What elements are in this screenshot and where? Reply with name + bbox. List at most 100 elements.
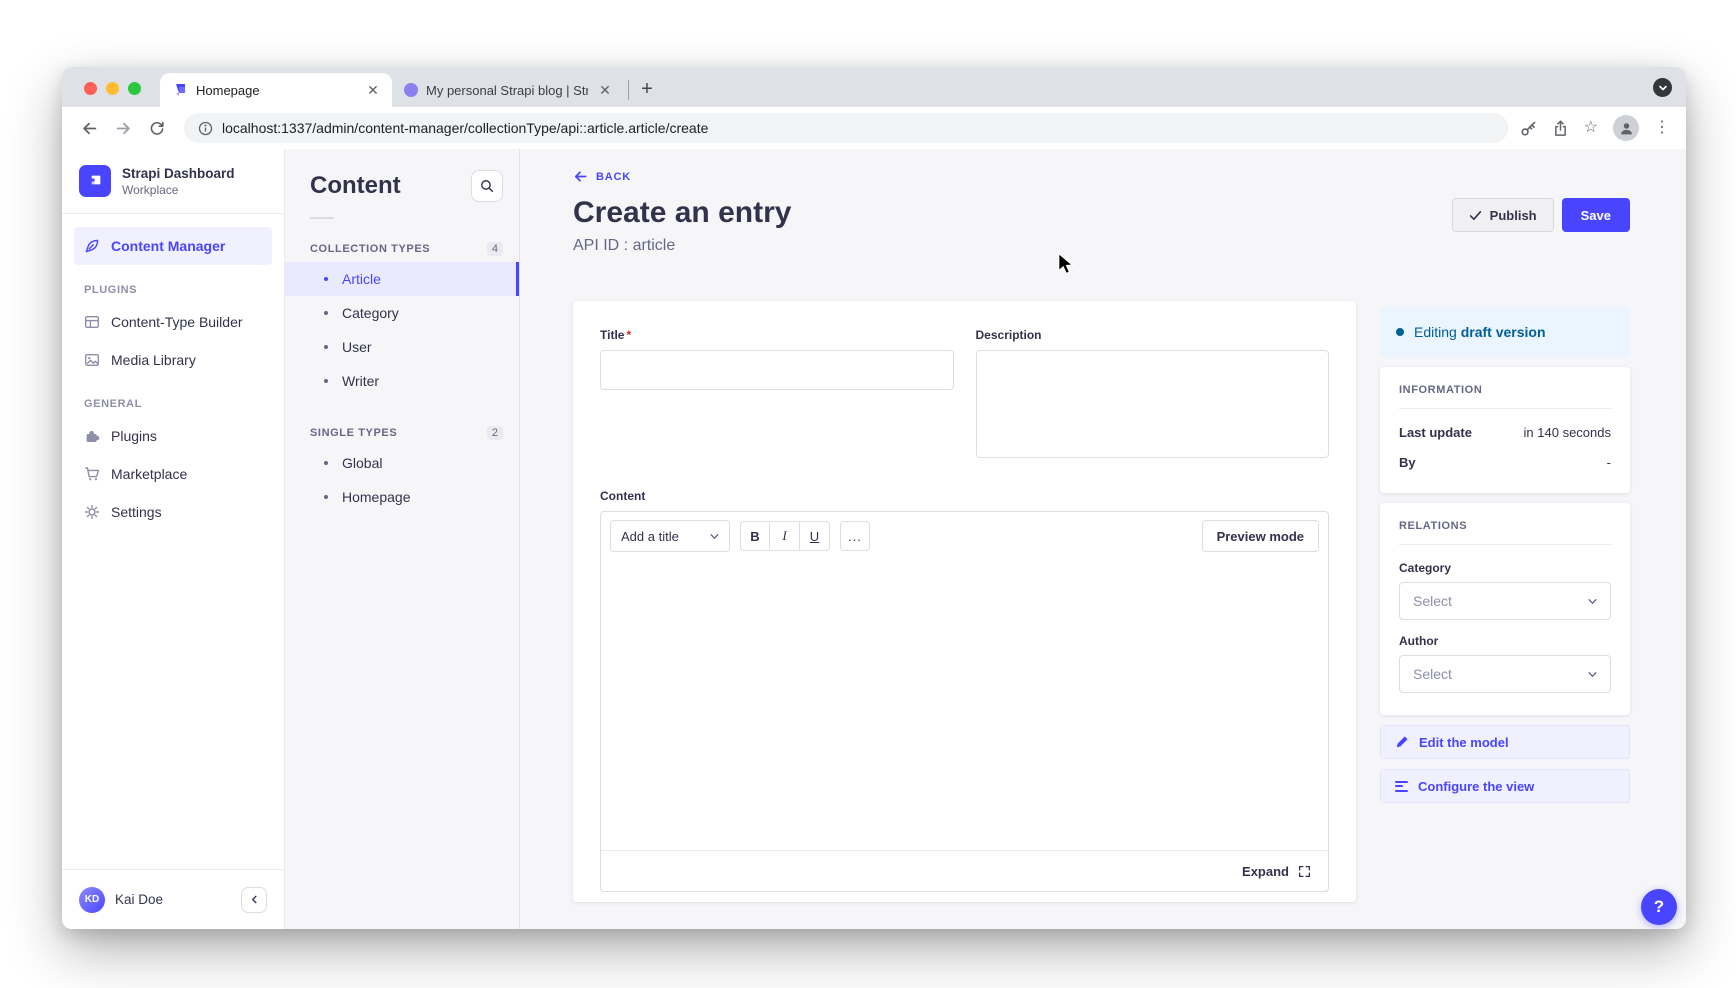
bullet-icon: [324, 345, 328, 349]
bullet-icon: [324, 311, 328, 315]
search-icon: [480, 179, 494, 193]
editor-toolbar: Add a title B I U ... Preview mode: [601, 512, 1328, 560]
close-tab-icon[interactable]: ✕: [596, 81, 614, 99]
back-nav-icon[interactable]: [74, 113, 104, 143]
heading-select-value: Add a title: [621, 529, 679, 544]
sidebar-item-writer[interactable]: Writer: [285, 364, 519, 398]
type-label: Homepage: [342, 489, 411, 505]
chevron-down-icon: [710, 533, 719, 540]
minimize-window-button[interactable]: [106, 82, 119, 95]
forward-nav-icon[interactable]: [108, 113, 138, 143]
author-select-value: Select: [1413, 666, 1452, 682]
content-sidebar: Content COLLECTION TYPES 4 Article Categ…: [285, 149, 520, 929]
workspace-title: Strapi Dashboard: [122, 166, 235, 181]
sidebar-item-content-type-builder[interactable]: Content-Type Builder: [74, 303, 272, 341]
new-tab-button[interactable]: +: [633, 75, 661, 103]
category-select[interactable]: Select: [1399, 582, 1611, 620]
page-title: Create an entry: [573, 196, 791, 229]
help-button[interactable]: ?: [1641, 889, 1677, 925]
author-select[interactable]: Select: [1399, 655, 1611, 693]
bookmark-star-icon[interactable]: ☆: [1584, 120, 1598, 136]
share-icon[interactable]: [1552, 120, 1569, 137]
relations-card: RELATIONS Category Select Author Select: [1380, 503, 1630, 715]
search-button[interactable]: [471, 170, 503, 202]
tab-search-button[interactable]: [1653, 78, 1672, 97]
toolbar-actions: ☆ ⋮: [1520, 115, 1674, 141]
sidebar-item-label: Settings: [111, 504, 162, 520]
single-types-count-badge: 2: [487, 426, 503, 440]
draft-dot-icon: [1396, 328, 1404, 336]
bullet-icon: [324, 495, 328, 499]
underline-button[interactable]: U: [800, 521, 830, 551]
workspace-brand[interactable]: Strapi Dashboard Workplace: [62, 149, 284, 214]
user-avatar[interactable]: KD: [79, 887, 105, 913]
collection-types-count-badge: 4: [487, 242, 503, 256]
browser-profile-avatar[interactable]: [1613, 115, 1639, 141]
relations-label: RELATIONS: [1399, 520, 1611, 532]
edit-model-label: Edit the model: [1419, 735, 1509, 750]
back-label: BACK: [596, 171, 631, 183]
sidebar-item-article[interactable]: Article: [285, 262, 519, 296]
sidebar-item-media-library[interactable]: Media Library: [74, 341, 272, 379]
bullet-icon: [324, 461, 328, 465]
sidebar-item-homepage[interactable]: Homepage: [285, 480, 519, 514]
user-name: Kai Doe: [115, 892, 163, 907]
url-text: localhost:1337/admin/content-manager/col…: [222, 120, 708, 136]
sidebar-item-marketplace[interactable]: Marketplace: [74, 455, 272, 493]
browser-menu-icon[interactable]: ⋮: [1654, 120, 1670, 136]
preview-mode-button[interactable]: Preview mode: [1202, 520, 1319, 552]
description-textarea[interactable]: [976, 350, 1330, 458]
gear-icon: [84, 504, 100, 520]
sidebar-item-global[interactable]: Global: [285, 446, 519, 480]
author-relation-label: Author: [1399, 634, 1611, 648]
sidebar-item-content-manager[interactable]: Content Manager: [74, 227, 272, 265]
zoom-window-button[interactable]: [128, 82, 141, 95]
configure-view-button[interactable]: Configure the view: [1380, 769, 1630, 803]
reload-icon[interactable]: [142, 113, 172, 143]
expand-icon[interactable]: [1298, 865, 1311, 878]
publish-button[interactable]: Publish: [1452, 198, 1554, 232]
chevron-down-icon: [1588, 671, 1597, 678]
password-key-icon[interactable]: [1520, 120, 1537, 137]
content-editor-area[interactable]: [601, 560, 1328, 850]
strapi-favicon: [172, 82, 188, 98]
tab-strapi-blog[interactable]: My personal Strapi blog | Strap ✕: [392, 73, 624, 107]
last-update-value: in 140 seconds: [1524, 425, 1611, 440]
last-update-label: Last update: [1399, 425, 1472, 440]
required-asterisk: *: [626, 328, 631, 342]
heading-style-select[interactable]: Add a title: [610, 520, 730, 552]
strapi-logo-icon: [79, 165, 111, 197]
italic-button[interactable]: I: [770, 521, 800, 551]
main-navigation: Strapi Dashboard Workplace Content Manag…: [62, 149, 285, 929]
sidebar-item-settings[interactable]: Settings: [74, 493, 272, 531]
sidebar-item-label: Marketplace: [111, 466, 187, 482]
bullet-icon: [324, 277, 328, 281]
collapse-sidebar-button[interactable]: [241, 887, 267, 913]
save-button[interactable]: Save: [1562, 198, 1630, 232]
expand-label: Expand: [1242, 864, 1289, 879]
api-id-subtitle: API ID : article: [573, 237, 791, 255]
description-field-label: Description: [976, 328, 1042, 342]
title-input[interactable]: [600, 350, 954, 390]
strapi-app: Strapi Dashboard Workplace Content Manag…: [62, 149, 1686, 929]
editor-footer: Expand: [601, 850, 1328, 891]
close-window-button[interactable]: [84, 82, 97, 95]
type-label: User: [342, 339, 372, 355]
tab-homepage[interactable]: Homepage ✕: [160, 73, 392, 107]
type-label: Category: [342, 305, 399, 321]
sidebar-item-user[interactable]: User: [285, 330, 519, 364]
group-label-collection-types: COLLECTION TYPES: [310, 243, 430, 255]
back-link[interactable]: BACK: [573, 169, 1630, 184]
sidebar-item-category[interactable]: Category: [285, 296, 519, 330]
bold-button[interactable]: B: [740, 521, 770, 551]
sidebar-item-plugins[interactable]: Plugins: [74, 417, 272, 455]
url-bar[interactable]: localhost:1337/admin/content-manager/col…: [184, 113, 1508, 143]
edit-model-button[interactable]: Edit the model: [1380, 725, 1630, 759]
more-formatting-button[interactable]: ...: [840, 521, 870, 551]
information-card: INFORMATION Last update in 140 seconds B…: [1380, 367, 1630, 493]
close-tab-icon[interactable]: ✕: [364, 81, 382, 99]
sidebar-item-label: Content Manager: [111, 238, 225, 254]
entry-form-card: Title* Description C: [573, 301, 1356, 902]
title-field-label: Title: [600, 328, 624, 342]
nav-section-plugins: PLUGINS: [84, 284, 262, 296]
